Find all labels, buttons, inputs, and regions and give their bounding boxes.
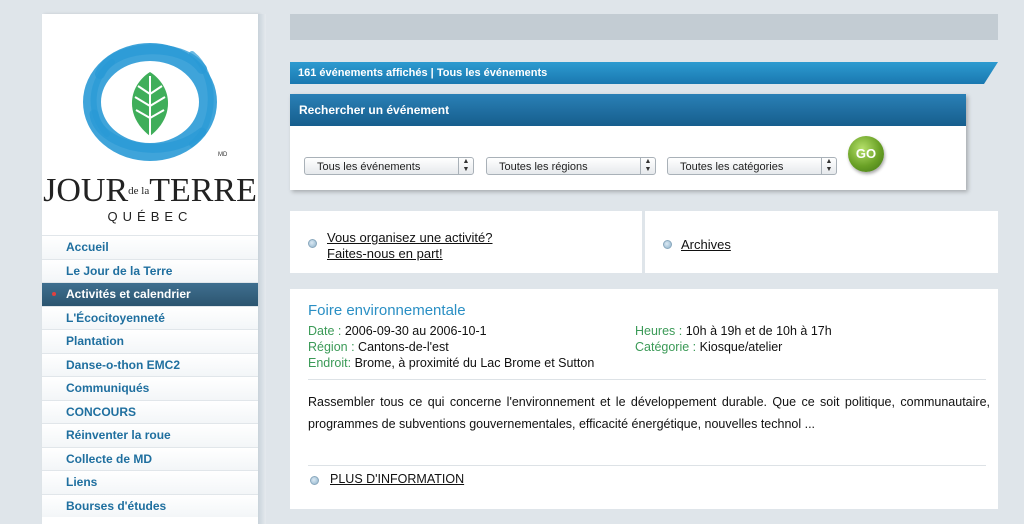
top-banner — [290, 14, 998, 40]
nav-item-collecte[interactable]: Collecte de MD — [42, 446, 258, 470]
nav-item-reinventer[interactable]: Réinventer la roue — [42, 423, 258, 447]
logo-jour-text: JOUR — [43, 172, 129, 209]
categories-select-value: Toutes les catégories — [680, 161, 784, 173]
organize-line-1: Vous organisez une activité? — [327, 230, 493, 245]
nav-item-label: Plantation — [66, 334, 125, 348]
nav-item-label: Liens — [66, 475, 98, 489]
info-divider — [642, 211, 645, 273]
place-value: Brome, à proximité du Lac Brome et Sutto… — [354, 356, 595, 370]
regions-select[interactable]: Toutes les régions ▲ ▼ — [486, 157, 656, 175]
event-title[interactable]: Foire environnementale — [308, 302, 466, 319]
region-label: Région : — [308, 340, 355, 354]
event-category: Catégorie : Kiosque/atelier — [635, 340, 782, 354]
nav-item-label: Collecte de MD — [66, 451, 153, 466]
main-nav: Accueil Le Jour de la Terre Activités et… — [42, 235, 258, 517]
category-value: Kiosque/atelier — [699, 340, 783, 354]
search-title: Rechercher un événement — [290, 94, 966, 126]
organize-activity-link[interactable]: Vous organisez une activité? Faites-nous… — [327, 230, 493, 262]
select-arrows-icon: ▲ ▼ — [640, 158, 655, 174]
count-bar-corner — [984, 62, 998, 84]
nav-item-concours[interactable]: CONCOURS — [42, 399, 258, 423]
sidebar: MD JOURde laTERRE QUÉBEC Accueil Le Jour… — [42, 14, 266, 524]
events-select[interactable]: Tous les événements ▲ ▼ — [304, 157, 474, 175]
earth-leaf-logo-icon: MD — [83, 43, 228, 161]
logo-de-la-text: de la — [128, 185, 150, 197]
logo-wordmark: JOURde laTERRE — [42, 174, 258, 208]
nav-item-label: L'Écocitoyenneté — [66, 310, 165, 325]
info-links-row: Vous organisez une activité? Faites-nous… — [290, 211, 998, 273]
logo-reg-mark: MD — [218, 152, 228, 158]
event-count-bar: 161 événements affichés | Tous les événe… — [290, 62, 998, 84]
bullet-icon — [310, 476, 319, 485]
active-marker-icon — [52, 292, 56, 296]
organize-line-2: Faites-nous en part! — [327, 246, 443, 261]
select-arrows-icon: ▲ ▼ — [821, 158, 836, 174]
logo-terre-text: TERRE — [149, 172, 257, 209]
event-divider — [308, 465, 986, 466]
nav-item-label: Danse-o-thon EMC2 — [66, 357, 180, 372]
nav-item-label: Activités et calendrier — [66, 287, 191, 301]
regions-select-value: Toutes les régions — [499, 161, 588, 173]
event-hours: Heures : 10h à 19h et de 10h à 17h — [635, 324, 832, 338]
hours-value: 10h à 19h et de 10h à 17h — [685, 324, 832, 338]
bullet-icon — [308, 239, 317, 248]
event-divider — [308, 379, 986, 380]
region-value: Cantons-de-l'est — [358, 340, 449, 354]
nav-item-liens[interactable]: Liens — [42, 470, 258, 494]
event-place: Endroit: Brome, à proximité du Lac Brome… — [308, 356, 594, 370]
nav-item-communiques[interactable]: Communiqués — [42, 376, 258, 400]
event-date: Date : 2006-09-30 au 2006-10-1 — [308, 324, 487, 338]
event-region: Région : Cantons-de-l'est — [308, 340, 449, 354]
date-label: Date : — [308, 324, 342, 338]
archives-link[interactable]: Archives — [681, 237, 731, 252]
bullet-icon — [663, 240, 672, 249]
categories-select[interactable]: Toutes les catégories ▲ ▼ — [667, 157, 837, 175]
events-select-value: Tous les événements — [317, 161, 421, 173]
place-label: Endroit: — [308, 356, 352, 370]
select-arrows-icon: ▲ ▼ — [458, 158, 473, 174]
nav-item-label: Le Jour de la Terre — [66, 263, 173, 278]
nav-item-activites[interactable]: Activités et calendrier — [42, 282, 258, 306]
date-value: 2006-09-30 au 2006-10-1 — [344, 324, 487, 338]
nav-item-bourses[interactable]: Bourses d'études — [42, 493, 258, 517]
go-button[interactable]: GO — [848, 136, 884, 172]
category-label: Catégorie : — [635, 340, 697, 354]
nav-item-ecocitoyennete[interactable]: L'Écocitoyenneté — [42, 305, 258, 329]
nav-item-label: CONCOURS — [66, 404, 137, 419]
event-count-text: 161 événements affichés | Tous les événe… — [298, 67, 548, 79]
site-logo[interactable]: MD JOURde laTERRE QUÉBEC — [42, 14, 258, 232]
nav-item-label: Communiqués — [66, 381, 150, 395]
logo-quebec-text: QUÉBEC — [107, 209, 193, 224]
hours-label: Heures : — [635, 324, 683, 338]
event-card: Foire environnementale Date : 2006-09-30… — [290, 289, 998, 509]
nav-item-jour-de-la-terre[interactable]: Le Jour de la Terre — [42, 258, 258, 282]
sidebar-fold — [258, 14, 266, 524]
event-description: Rassembler tous ce qui concerne l'enviro… — [308, 395, 990, 431]
nav-item-label: Accueil — [66, 240, 109, 254]
more-info-link[interactable]: PLUS D'INFORMATION — [330, 472, 464, 486]
nav-item-accueil[interactable]: Accueil — [42, 235, 258, 259]
nav-item-danse-o-thon[interactable]: Danse-o-thon EMC2 — [42, 352, 258, 376]
nav-item-label: Réinventer la roue — [66, 428, 171, 442]
nav-item-label: Bourses d'études — [66, 498, 167, 513]
nav-item-plantation[interactable]: Plantation — [42, 329, 258, 353]
